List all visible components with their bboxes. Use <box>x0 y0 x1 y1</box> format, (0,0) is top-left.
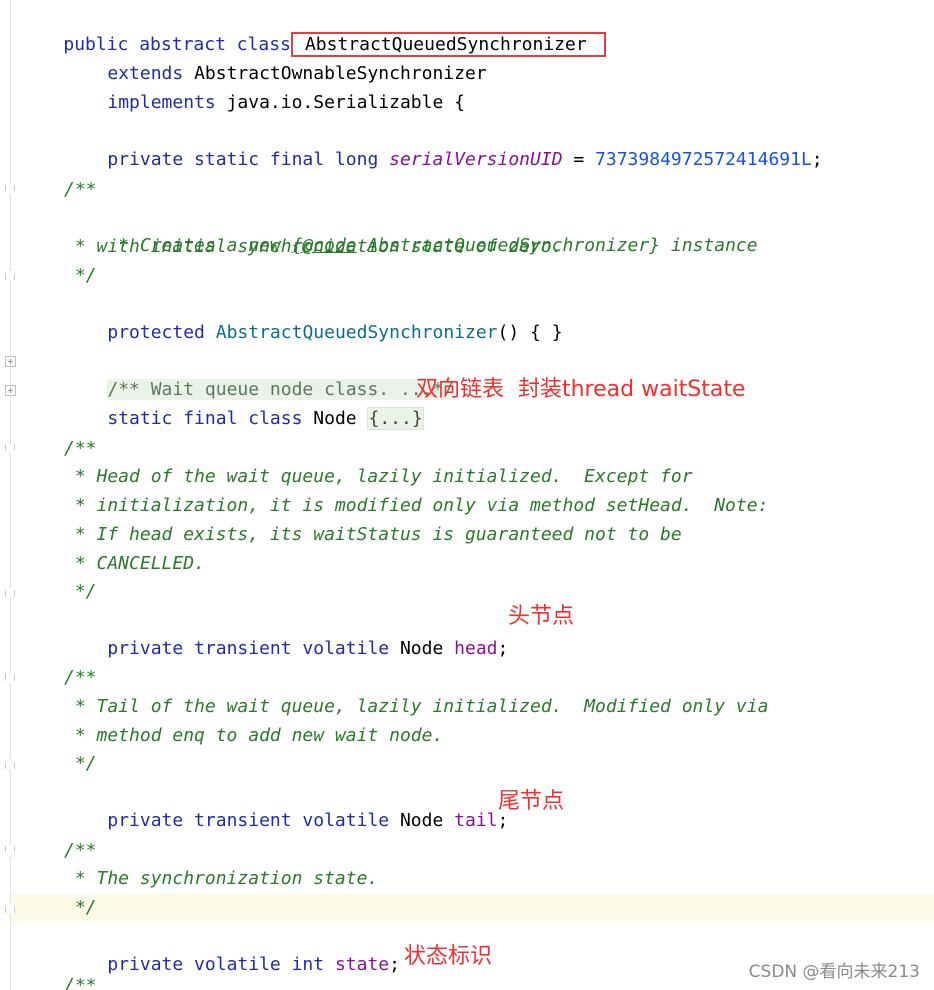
serial-modifiers: private static final long <box>107 149 379 170</box>
fold-close-icon[interactable] <box>5 269 15 280</box>
fold-close-icon[interactable] <box>5 758 15 769</box>
head-modifiers: private transient volatile <box>107 638 390 659</box>
code-line-tail-doc-open[interactable]: /** <box>64 664 97 692</box>
code-line-state-doc-1[interactable]: * The synchronization state. <box>64 865 378 893</box>
head-end: ; <box>497 638 509 659</box>
fold-open-icon[interactable] <box>5 674 15 685</box>
annotation-tail: 尾节点 <box>498 789 565 814</box>
code-line-next-doc-open[interactable]: /** <box>64 972 97 990</box>
state-name: state <box>334 954 390 975</box>
tail-modifiers: private transient volatile <box>107 810 390 831</box>
fold-expand-icon[interactable] <box>5 356 16 367</box>
code-line-state-doc-close[interactable]: */ <box>64 894 97 922</box>
implements-type: java.io.Serializable { <box>226 92 465 113</box>
state-end: ; <box>389 954 400 975</box>
code-line-implements[interactable]: implements java.io.Serializable { <box>64 61 465 113</box>
ctor-modifier: protected <box>107 322 205 343</box>
implements-keyword: implements <box>107 92 216 113</box>
annotation-node: 双向链表 封装thread waitState <box>416 377 746 402</box>
current-line-highlight <box>11 894 934 923</box>
code-line-ctor-doc-2[interactable]: * with initial synchronization state of … <box>64 233 563 261</box>
node-modifiers: static final class <box>107 408 303 429</box>
annotation-head: 头节点 <box>508 604 575 629</box>
code-line-ctor-doc-open[interactable]: /** <box>64 176 97 204</box>
ctor-rest: () { } <box>497 322 563 343</box>
fold-expand-icon[interactable] <box>5 385 16 396</box>
code-line-tail-doc-close[interactable]: */ <box>64 750 97 778</box>
fold-close-icon[interactable] <box>5 586 15 597</box>
code-line-head-field[interactable]: private transient volatile Node head; <box>64 607 508 659</box>
code-line-head-doc-2[interactable]: * initialization, it is modified only vi… <box>64 492 769 520</box>
node-class-name: Node <box>313 408 357 429</box>
code-line-head-doc-open[interactable]: /** <box>64 435 97 463</box>
ctor-name: AbstractQueuedSynchronizer <box>215 322 498 343</box>
code-line-tail-field[interactable]: private transient volatile Node tail; <box>64 779 508 831</box>
code-line-head-doc-4[interactable]: * CANCELLED. <box>64 550 205 578</box>
gutter-divider <box>10 0 11 990</box>
code-line-extends[interactable]: extends AbstractOwnableSynchronizer <box>64 32 486 84</box>
watermark: CSDN @看向未来213 <box>748 962 920 982</box>
state-modifiers: private volatile <box>107 954 281 975</box>
code-line-head-doc-1[interactable]: * Head of the wait queue, lazily initial… <box>64 463 693 491</box>
fold-open-icon[interactable] <box>5 444 15 455</box>
code-line-class-decl[interactable]: public abstract class AbstractQueuedSynch… <box>20 3 606 57</box>
code-line-head-doc-3[interactable]: * If head exists, its waitStatus is guar… <box>64 521 682 549</box>
code-line-tail-doc-1[interactable]: * Tail of the wait queue, lazily initial… <box>64 693 769 721</box>
code-line-node-doc-folded[interactable]: /** Wait queue node class. ...*/ <box>64 348 455 400</box>
annotation-state: 状态标识 <box>404 944 493 969</box>
folded-body[interactable]: {...} <box>367 407 424 430</box>
serial-end: ; <box>811 149 823 170</box>
code-line-tail-doc-2[interactable]: * method enq to add new wait node. <box>64 722 443 750</box>
code-editor[interactable]: public abstract class AbstractQueuedSynch… <box>0 0 934 990</box>
fold-open-icon[interactable] <box>5 846 15 857</box>
code-line-ctor[interactable]: protected AbstractQueuedSynchronizer() {… <box>64 291 562 343</box>
serial-field: serialVersionUID <box>389 149 563 170</box>
fold-open-icon[interactable] <box>5 185 15 196</box>
tail-type: Node <box>399 810 444 831</box>
serial-value: 7373984972572414691L <box>595 149 812 170</box>
code-line-node-class[interactable]: static final class Node {...} <box>64 377 424 430</box>
code-line-state-doc-open[interactable]: /** <box>64 837 97 865</box>
code-line-head-doc-close[interactable]: */ <box>64 578 97 606</box>
state-type: int <box>291 954 325 975</box>
code-line-ctor-doc-1[interactable]: * Creates a new {@code AbstractQueuedSyn… <box>64 204 757 256</box>
head-type: Node <box>399 638 444 659</box>
code-line-state-field[interactable]: private volatile int state; <box>64 923 400 975</box>
code-line-ctor-doc-close[interactable]: */ <box>64 262 97 290</box>
serial-eq: = <box>562 149 596 170</box>
code-line-serial[interactable]: private static final long serialVersionU… <box>64 118 822 170</box>
tail-name: tail <box>454 810 498 831</box>
head-name: head <box>454 638 498 659</box>
